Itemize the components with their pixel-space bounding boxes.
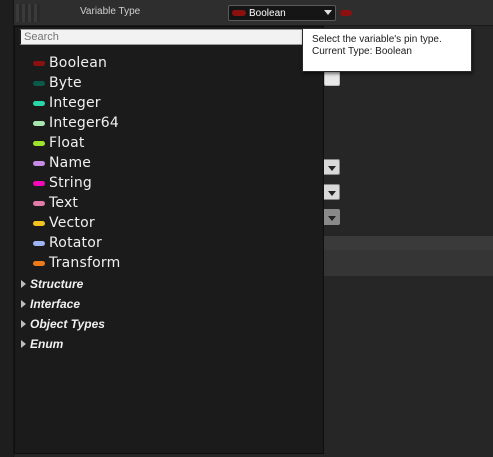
type-item-integer[interactable]: Integer — [33, 93, 101, 113]
tooltip: Select the variable's pin type. Current … — [302, 28, 472, 72]
chevron-down-icon — [324, 10, 332, 15]
expand-triangle-icon — [21, 320, 26, 328]
category-enum[interactable]: Enum — [21, 334, 63, 354]
variable-type-value: Boolean — [249, 7, 286, 19]
tooltip-line-current-type: Current Type: Boolean — [312, 46, 412, 57]
name-pin-icon — [33, 160, 45, 166]
type-item-boolean[interactable]: Boolean — [33, 53, 107, 73]
panel-left-strip — [0, 0, 14, 457]
type-item-text[interactable]: Text — [33, 193, 78, 213]
rotator-pin-icon — [33, 240, 45, 246]
section-divider — [324, 236, 493, 250]
boolean-pin-icon — [33, 60, 45, 66]
pin-type-menu: Boolean Byte Integer Integer64 Float Nam… — [14, 26, 324, 454]
type-item-byte[interactable]: Byte — [33, 73, 82, 93]
section-row — [324, 250, 493, 276]
integer-pin-icon — [33, 100, 45, 106]
float-pin-icon — [33, 140, 45, 146]
variable-type-combo[interactable]: Boolean — [228, 5, 336, 21]
vector-pin-icon — [33, 220, 45, 226]
row-grip-handle — [16, 4, 40, 22]
container-type-icon[interactable] — [340, 10, 352, 16]
search-input[interactable] — [19, 29, 321, 45]
integer64-pin-icon — [33, 120, 45, 126]
type-item-integer64[interactable]: Integer64 — [33, 113, 119, 133]
type-pin-icon — [232, 10, 246, 16]
variable-type-label: Variable Type — [80, 6, 141, 17]
type-item-name[interactable]: Name — [33, 153, 91, 173]
transform-pin-icon — [33, 260, 45, 266]
expand-triangle-icon — [21, 280, 26, 288]
tooltip-line-description: Select the variable's pin type. — [312, 34, 442, 45]
type-item-string[interactable]: String — [33, 173, 92, 193]
string-pin-icon — [33, 180, 45, 186]
expand-triangle-icon — [21, 340, 26, 348]
category-structure[interactable]: Structure — [21, 274, 83, 294]
variable-type-row: Variable Type Boolean — [14, 0, 493, 26]
type-item-transform[interactable]: Transform — [33, 253, 120, 273]
dropdown-arrow-button[interactable] — [322, 184, 340, 200]
checkbox[interactable] — [324, 70, 340, 86]
expand-triangle-icon — [21, 300, 26, 308]
category-interface[interactable]: Interface — [21, 294, 80, 314]
text-pin-icon — [33, 200, 45, 206]
type-item-vector[interactable]: Vector — [33, 213, 95, 233]
type-item-float[interactable]: Float — [33, 133, 85, 153]
dropdown-arrow-button[interactable] — [322, 209, 340, 225]
dropdown-arrow-button[interactable] — [322, 159, 340, 175]
byte-pin-icon — [33, 80, 45, 86]
category-object-types[interactable]: Object Types — [21, 314, 105, 334]
type-item-rotator[interactable]: Rotator — [33, 233, 102, 253]
